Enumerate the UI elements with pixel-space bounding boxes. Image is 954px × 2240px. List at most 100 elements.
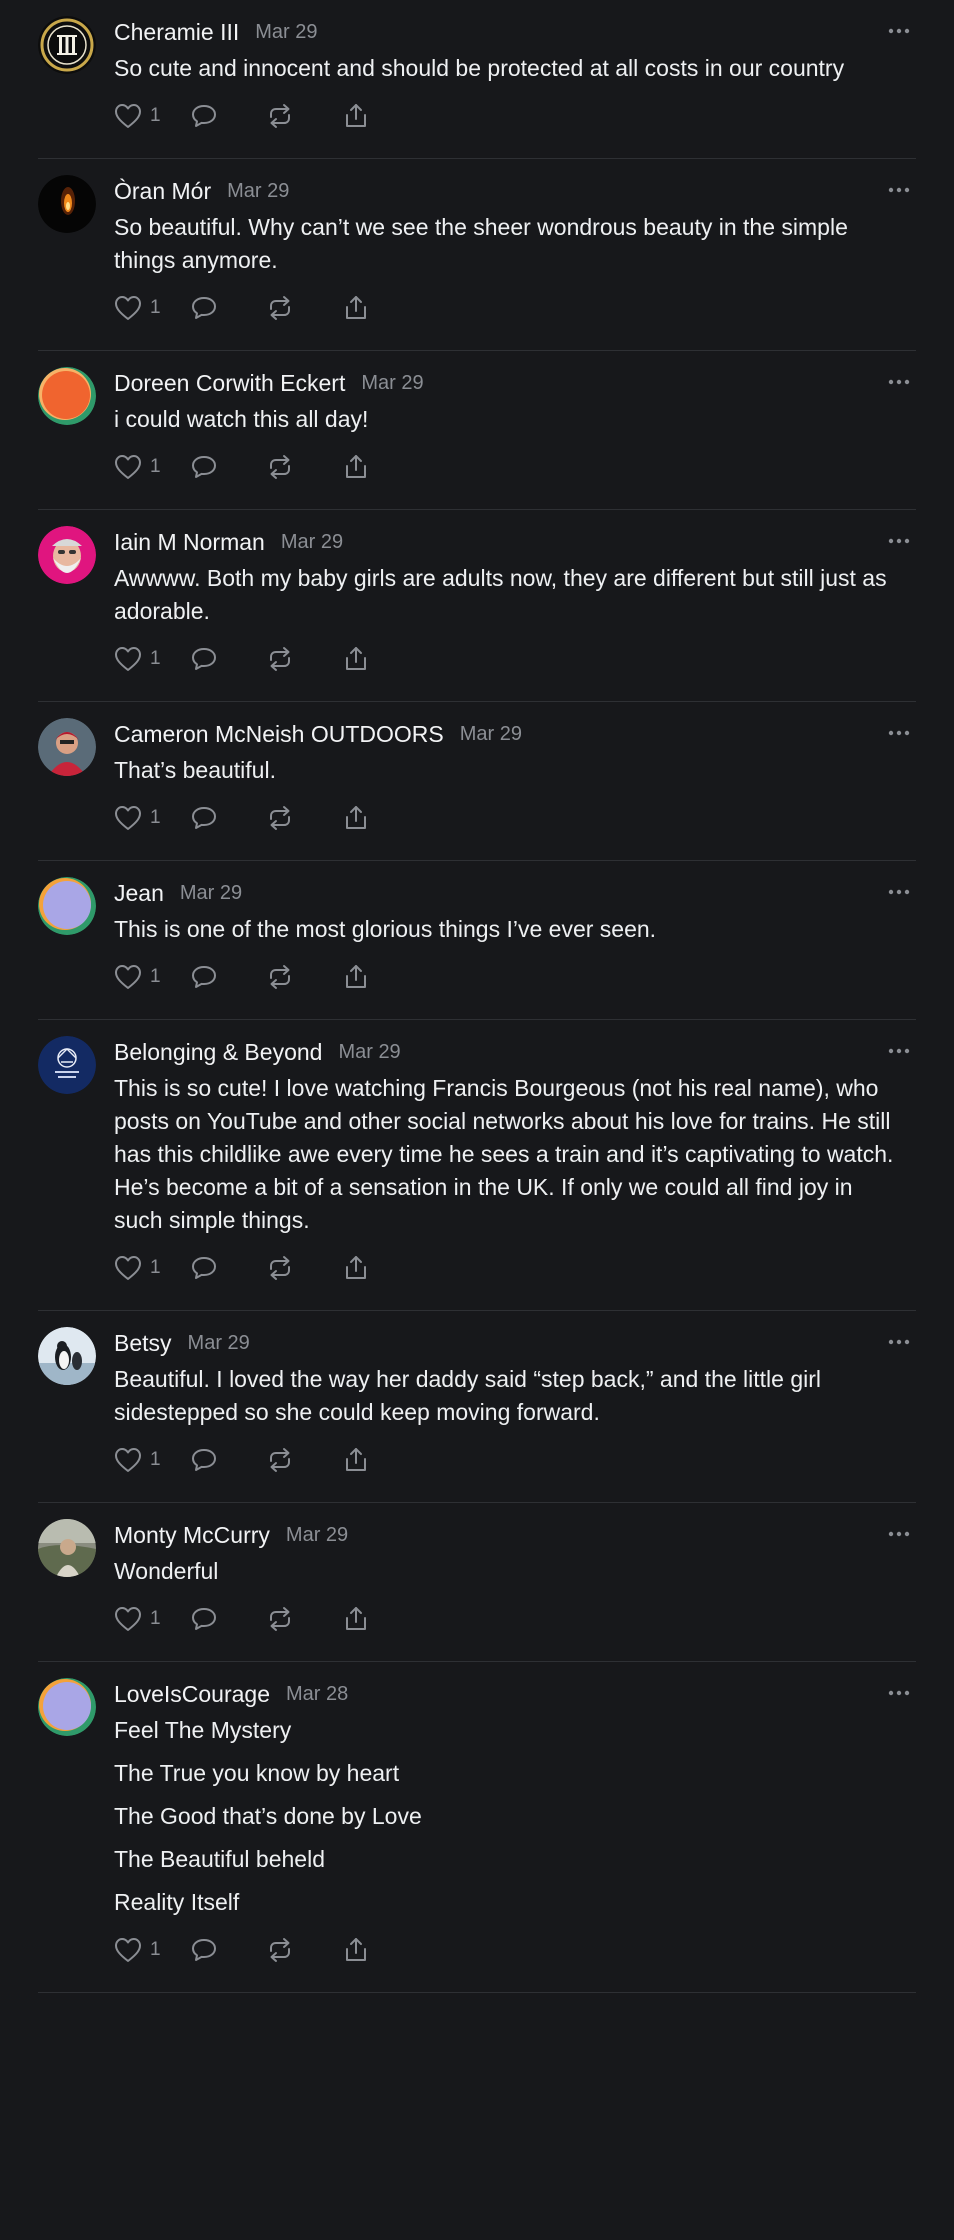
- candle-flame-avatar[interactable]: [38, 175, 96, 233]
- reply-button[interactable]: [190, 964, 266, 990]
- orange-default-avatar[interactable]: [38, 367, 96, 425]
- reply-button[interactable]: [190, 805, 266, 831]
- like-button[interactable]: 1: [114, 103, 190, 129]
- bearded-man-avatar[interactable]: [38, 526, 96, 584]
- comment-date: Mar 29: [459, 722, 522, 745]
- comment-icon: [190, 805, 218, 831]
- repost-button[interactable]: [266, 453, 342, 481]
- reply-button[interactable]: [190, 454, 266, 480]
- author-name[interactable]: Betsy: [114, 1330, 172, 1357]
- share-button[interactable]: [342, 804, 370, 832]
- penguin-photo-avatar[interactable]: [38, 1327, 96, 1385]
- reply-button[interactable]: [190, 1255, 266, 1281]
- like-button[interactable]: 1: [114, 1606, 190, 1632]
- reply-button[interactable]: [190, 646, 266, 672]
- comment-body: So cute and innocent and should be prote…: [114, 52, 916, 85]
- author-name[interactable]: Iain M Norman: [114, 529, 265, 556]
- more-options-icon[interactable]: [886, 1680, 912, 1706]
- comment-body: This is so cute! I love watching Francis…: [114, 1072, 916, 1237]
- comment-text: Wonderful: [114, 1558, 219, 1584]
- comment-body: Awwww. Both my baby girls are adults now…: [114, 562, 916, 628]
- repost-button[interactable]: [266, 645, 342, 673]
- comment-text: The True you know by heart: [114, 1760, 400, 1786]
- comment-body: That’s beautiful.: [114, 754, 916, 787]
- like-button[interactable]: 1: [114, 454, 190, 480]
- share-button[interactable]: [342, 1605, 370, 1633]
- comment-item[interactable]: Jean Mar 29 This is one of the most glor…: [38, 861, 916, 1020]
- author-name[interactable]: Jean: [114, 880, 164, 907]
- heart-icon: [114, 1937, 142, 1963]
- repost-icon: [266, 1936, 294, 1964]
- comment-item[interactable]: Belonging & Beyond Mar 29 This is so cut…: [38, 1020, 916, 1311]
- more-options-icon[interactable]: [886, 879, 912, 905]
- heart-icon: [114, 295, 142, 321]
- comment-item[interactable]: Betsy Mar 29 Beautiful. I loved the way …: [38, 1311, 916, 1503]
- comment-item[interactable]: LoveIsCourage Mar 28 Feel The Mystery The…: [38, 1662, 916, 1993]
- author-name[interactable]: Òran Mór: [114, 178, 211, 205]
- reply-button[interactable]: [190, 1606, 266, 1632]
- author-name[interactable]: LoveIsCourage: [114, 1681, 270, 1708]
- comment-item[interactable]: Iain M Norman Mar 29 Awwww. Both my baby…: [38, 510, 916, 702]
- repost-button[interactable]: [266, 1605, 342, 1633]
- triple-i-seal-avatar[interactable]: [38, 16, 96, 74]
- author-name[interactable]: Cheramie III: [114, 19, 239, 46]
- share-button[interactable]: [342, 453, 370, 481]
- more-options-icon[interactable]: [886, 720, 912, 746]
- comment-item[interactable]: Cheramie III Mar 29 So cute and innocent…: [38, 0, 916, 159]
- like-button[interactable]: 1: [114, 1447, 190, 1473]
- repost-button[interactable]: [266, 1936, 342, 1964]
- share-icon: [342, 294, 370, 322]
- comment-item[interactable]: Òran Mór Mar 29 So beautiful. Why can’t …: [38, 159, 916, 351]
- comment-item[interactable]: Monty McCurry Mar 29 Wonderful 1: [38, 1503, 916, 1662]
- repost-icon: [266, 804, 294, 832]
- like-button[interactable]: 1: [114, 1937, 190, 1963]
- more-options-icon[interactable]: [886, 177, 912, 203]
- reply-button[interactable]: [190, 1937, 266, 1963]
- comment-date: Mar 29: [285, 1523, 349, 1546]
- navy-emblem-avatar[interactable]: [38, 1036, 96, 1094]
- repost-button[interactable]: [266, 102, 342, 130]
- share-button[interactable]: [342, 1936, 370, 1964]
- repost-button[interactable]: [266, 294, 342, 322]
- like-count: 1: [150, 648, 161, 669]
- like-button[interactable]: 1: [114, 646, 190, 672]
- reply-button[interactable]: [190, 103, 266, 129]
- like-button[interactable]: 1: [114, 805, 190, 831]
- like-button[interactable]: 1: [114, 964, 190, 990]
- author-name[interactable]: Belonging & Beyond: [114, 1039, 322, 1066]
- like-button[interactable]: 1: [114, 295, 190, 321]
- author-name[interactable]: Doreen Corwith Eckert: [114, 370, 345, 397]
- like-button[interactable]: 1: [114, 1255, 190, 1281]
- share-button[interactable]: [342, 294, 370, 322]
- reply-button[interactable]: [190, 295, 266, 321]
- author-name[interactable]: Cameron McNeish OUTDOORS: [114, 721, 444, 748]
- share-button[interactable]: [342, 102, 370, 130]
- action-bar: 1: [114, 800, 916, 836]
- more-options-icon[interactable]: [886, 528, 912, 554]
- lavender-default-avatar[interactable]: [38, 1678, 96, 1736]
- reply-button[interactable]: [190, 1447, 266, 1473]
- lavender-default-avatar[interactable]: [38, 877, 96, 935]
- share-button[interactable]: [342, 645, 370, 673]
- like-count: 1: [150, 966, 161, 987]
- repost-button[interactable]: [266, 1446, 342, 1474]
- repost-button[interactable]: [266, 1254, 342, 1282]
- share-button[interactable]: [342, 963, 370, 991]
- author-name[interactable]: Monty McCurry: [114, 1522, 270, 1549]
- comment-item[interactable]: Doreen Corwith Eckert Mar 29 i could wat…: [38, 351, 916, 510]
- more-options-icon[interactable]: [886, 18, 912, 44]
- more-options-icon[interactable]: [886, 369, 912, 395]
- outdoor-portrait-avatar[interactable]: [38, 1519, 96, 1577]
- comment-icon: [190, 1255, 218, 1281]
- heart-icon: [114, 805, 142, 831]
- heart-icon: [114, 646, 142, 672]
- more-options-icon[interactable]: [886, 1521, 912, 1547]
- more-options-icon[interactable]: [886, 1038, 912, 1064]
- repost-button[interactable]: [266, 963, 342, 991]
- more-options-icon[interactable]: [886, 1329, 912, 1355]
- repost-button[interactable]: [266, 804, 342, 832]
- hiker-avatar[interactable]: [38, 718, 96, 776]
- share-button[interactable]: [342, 1254, 370, 1282]
- share-button[interactable]: [342, 1446, 370, 1474]
- comment-item[interactable]: Cameron McNeish OUTDOORS Mar 29 That’s b…: [38, 702, 916, 861]
